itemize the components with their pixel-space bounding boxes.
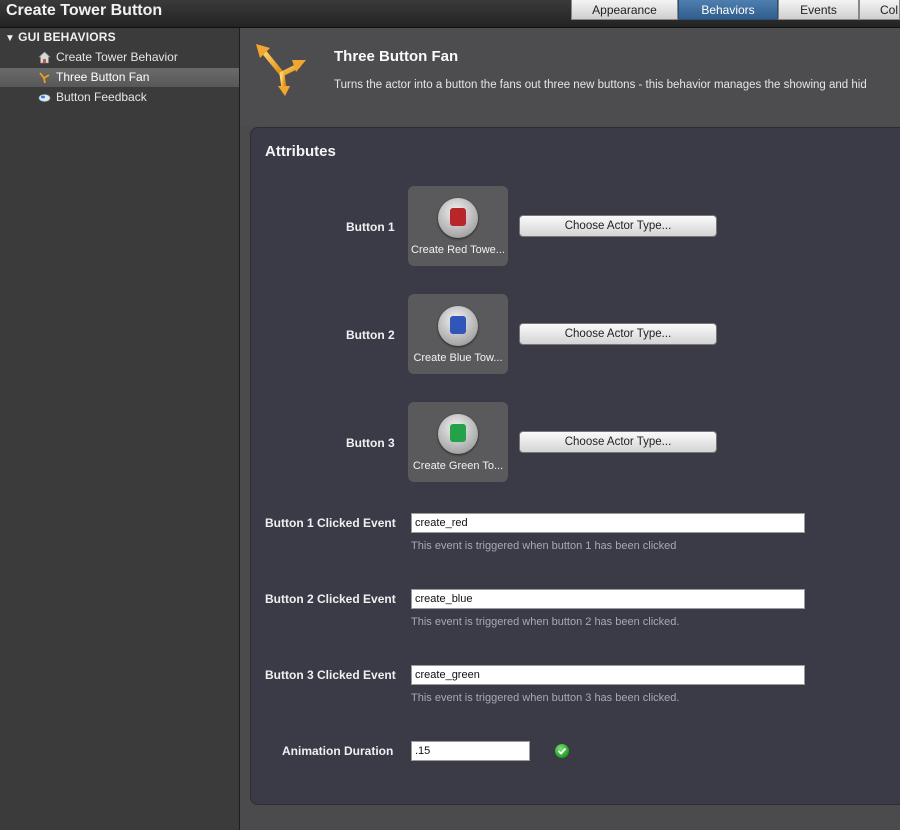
button-1-label: Button 1 bbox=[346, 220, 395, 234]
button-2-clicked-event-help: This event is triggered when button 2 ha… bbox=[411, 616, 680, 628]
sidebar-item-three-button-fan[interactable]: Three Button Fan bbox=[0, 68, 239, 87]
animation-duration-input[interactable]: .15 bbox=[411, 741, 530, 761]
sidebar-group-gui-behaviors[interactable]: ▼ GUI BEHAVIORS bbox=[5, 30, 116, 44]
button-3-label: Button 3 bbox=[346, 436, 395, 450]
sidebar-item-button-feedback[interactable]: Button Feedback bbox=[0, 88, 239, 107]
tab-collision[interactable]: Col bbox=[859, 0, 900, 20]
sidebar-item-label: Button Feedback bbox=[56, 90, 147, 104]
sidebar-item-create-tower-behavior[interactable]: Create Tower Behavior bbox=[0, 48, 239, 67]
green-tower-icon bbox=[438, 414, 478, 454]
button-2-label: Button 2 bbox=[346, 328, 395, 342]
red-tower-icon bbox=[438, 198, 478, 238]
choose-actor-type-button-1[interactable]: Choose Actor Type... bbox=[519, 215, 717, 237]
button-1-clicked-event-input[interactable]: create_red bbox=[411, 513, 805, 533]
actor-name: Create Red Towe... bbox=[411, 244, 505, 256]
actor-preview-button-1[interactable]: Create Red Towe... bbox=[408, 186, 508, 266]
attributes-heading: Attributes bbox=[265, 143, 336, 160]
tower-glyph bbox=[450, 424, 466, 442]
attributes-panel: Attributes Button 1 Create Red Towe... C… bbox=[250, 127, 900, 805]
blue-tower-icon bbox=[438, 306, 478, 346]
tab-appearance[interactable]: Appearance bbox=[571, 0, 678, 20]
choose-actor-type-button-3[interactable]: Choose Actor Type... bbox=[519, 431, 717, 453]
button-2-clicked-event-input[interactable]: create_blue bbox=[411, 589, 805, 609]
actor-preview-button-3[interactable]: Create Green To... bbox=[408, 402, 508, 482]
fan-arrows-icon bbox=[256, 44, 306, 96]
actor-name: Create Green To... bbox=[412, 460, 504, 472]
tab-behaviors[interactable]: Behaviors bbox=[678, 0, 778, 20]
window-title: Create Tower Button bbox=[6, 2, 163, 19]
tower-glyph bbox=[450, 316, 466, 334]
button-3-clicked-event-input[interactable]: create_green bbox=[411, 665, 805, 685]
choose-actor-type-button-2[interactable]: Choose Actor Type... bbox=[519, 323, 717, 345]
behavior-header: Three Button Fan Turns the actor into a … bbox=[240, 28, 900, 126]
button-1-clicked-event-label: Button 1 Clicked Event bbox=[265, 516, 396, 530]
sidebar-group-label: GUI BEHAVIORS bbox=[18, 30, 116, 44]
tab-events[interactable]: Events bbox=[778, 0, 859, 20]
fan-arrows-icon bbox=[39, 72, 50, 84]
button-3-clicked-event-label: Button 3 Clicked Event bbox=[265, 668, 396, 682]
sidebar-item-label: Three Button Fan bbox=[56, 70, 150, 84]
valid-check-icon bbox=[555, 744, 569, 758]
behavior-editor: Three Button Fan Turns the actor into a … bbox=[240, 28, 900, 830]
tab-bar: Appearance Behaviors Events Col bbox=[571, 0, 900, 21]
house-icon bbox=[38, 51, 51, 64]
title-bar: Create Tower Button Appearance Behaviors… bbox=[0, 0, 900, 28]
button-2-clicked-event-label: Button 2 Clicked Event bbox=[265, 592, 396, 606]
animation-duration-label: Animation Duration bbox=[282, 744, 394, 758]
actor-name: Create Blue Tow... bbox=[413, 352, 503, 364]
button-1-clicked-event-help: This event is triggered when button 1 ha… bbox=[411, 540, 677, 552]
button-feedback-icon bbox=[38, 94, 51, 102]
behavior-description: Turns the actor into a button the fans o… bbox=[334, 79, 867, 91]
sidebar-item-label: Create Tower Behavior bbox=[56, 50, 178, 64]
behavior-title: Three Button Fan bbox=[334, 48, 459, 65]
button-3-clicked-event-help: This event is triggered when button 3 ha… bbox=[411, 692, 680, 704]
behavior-sidebar: ▼ GUI BEHAVIORS Create Tower Behavior Thr… bbox=[0, 28, 240, 830]
disclosure-triangle-icon[interactable]: ▼ bbox=[5, 33, 15, 44]
actor-preview-button-2[interactable]: Create Blue Tow... bbox=[408, 294, 508, 374]
tower-glyph bbox=[450, 208, 466, 226]
